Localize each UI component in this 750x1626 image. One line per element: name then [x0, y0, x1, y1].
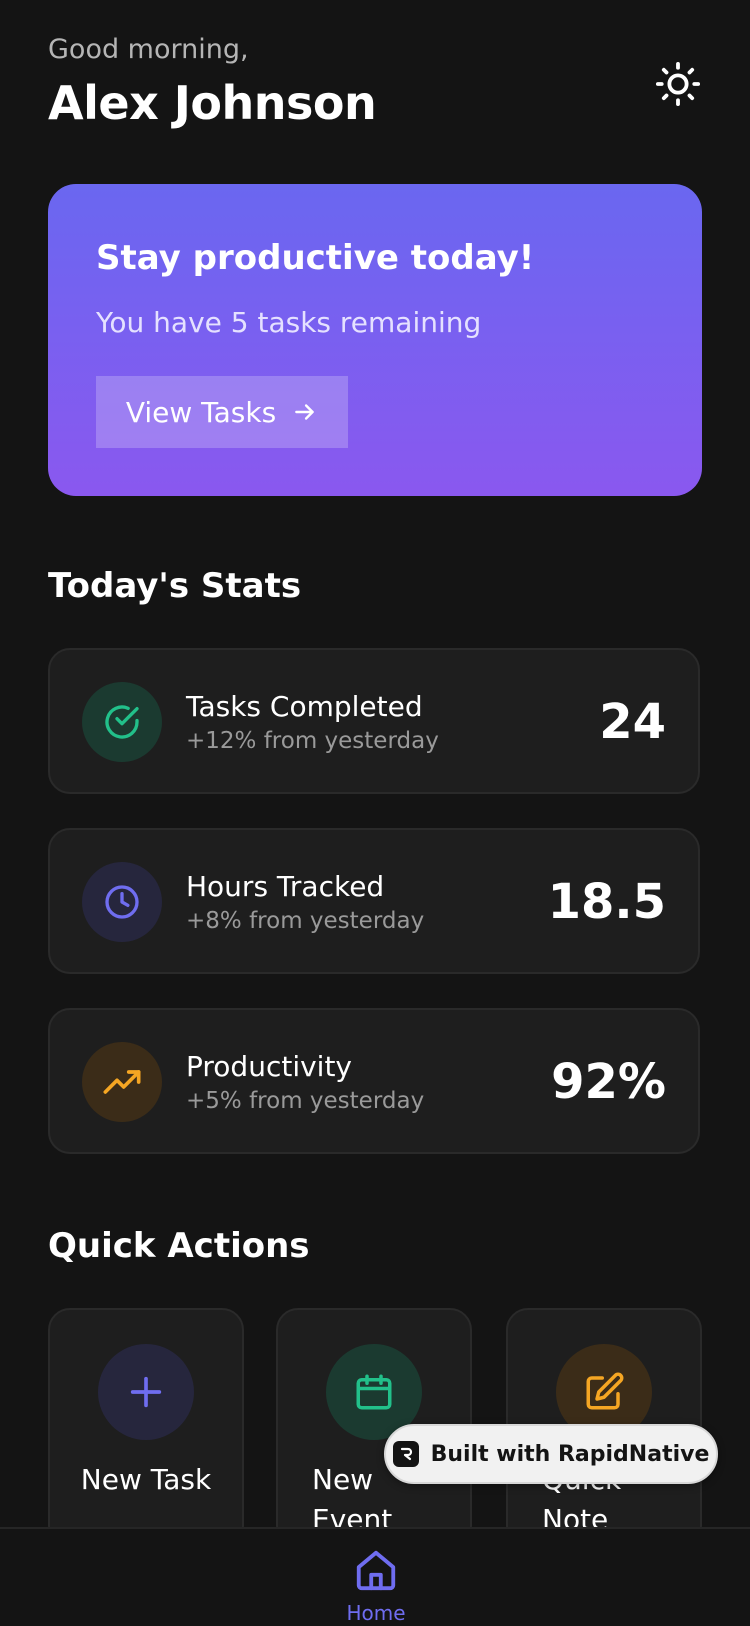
stat-value: 24 [599, 694, 666, 750]
quick-action-icon-container [98, 1344, 194, 1440]
trending-up-icon [103, 1070, 141, 1094]
greeting-text: Good morning, [48, 34, 249, 65]
nav-home-tab[interactable]: Home [336, 1545, 416, 1625]
stat-value: 92% [551, 1054, 666, 1110]
stat-card-tasks-completed[interactable]: Tasks Completed +12% from yesterday 24 [48, 648, 700, 794]
rapidnative-logo-icon [392, 1441, 419, 1467]
nav-home-label: Home [346, 1601, 406, 1625]
arrow-right-icon [295, 404, 314, 420]
stat-label: Tasks Completed [186, 690, 423, 723]
stat-change: +8% from yesterday [186, 908, 425, 934]
stat-change: +12% from yesterday [186, 728, 439, 754]
bottom-navigation: Home [0, 1527, 750, 1626]
edit-icon [586, 1372, 624, 1410]
stat-label: Productivity [186, 1050, 352, 1083]
calendar-icon [356, 1374, 392, 1410]
stat-label: Hours Tracked [186, 870, 385, 903]
sun-icon [655, 61, 701, 107]
theme-toggle-button[interactable] [652, 58, 704, 110]
quick-actions-title: Quick Actions [48, 1226, 310, 1266]
productivity-banner: Stay productive today! You have 5 tasks … [48, 184, 702, 496]
stat-card-hours-tracked[interactable]: Hours Tracked +8% from yesterday 18.5 [48, 828, 700, 974]
stat-icon-container [82, 1042, 162, 1122]
stat-change: +5% from yesterday [186, 1088, 425, 1114]
built-with-badge[interactable]: Built with RapidNative [384, 1424, 718, 1484]
stat-icon-container [82, 862, 162, 942]
plus-icon [130, 1376, 162, 1408]
stat-icon-container [82, 682, 162, 762]
clock-icon [105, 885, 139, 919]
view-tasks-label: View Tasks [125, 395, 277, 429]
stat-value: 18.5 [547, 874, 666, 930]
banner-subtitle: You have 5 tasks remaining [96, 306, 482, 339]
banner-title: Stay productive today! [96, 238, 535, 278]
user-name: Alex Johnson [48, 76, 377, 130]
stat-card-productivity[interactable]: Productivity +5% from yesterday 92% [48, 1008, 700, 1154]
quick-action-new-task[interactable]: New Task [48, 1308, 244, 1548]
view-tasks-button[interactable]: View Tasks [96, 376, 348, 448]
check-circle-icon [105, 705, 139, 739]
quick-action-label: New Task [80, 1463, 212, 1496]
badge-text: Built with RapidNative [430, 1441, 710, 1467]
home-icon [356, 1550, 396, 1591]
stats-section-title: Today's Stats [48, 566, 302, 606]
